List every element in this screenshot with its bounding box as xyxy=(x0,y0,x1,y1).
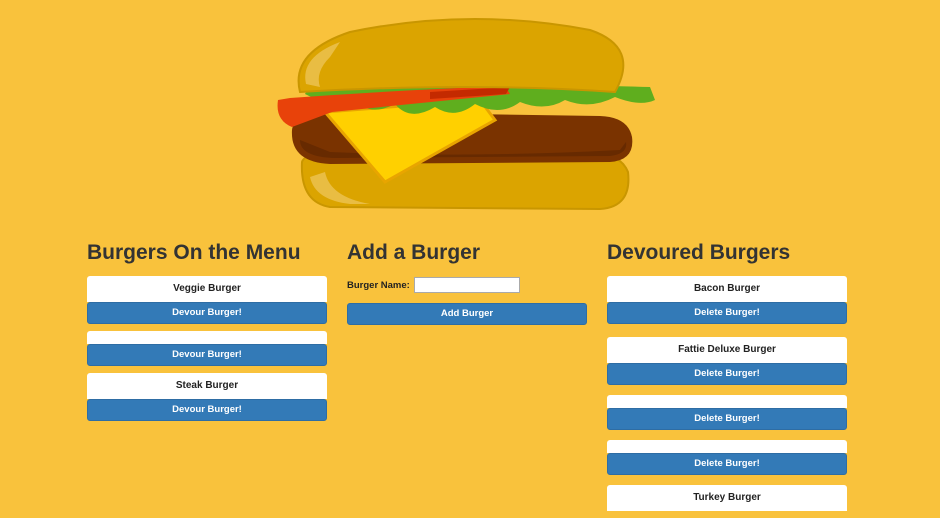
menu-burger-card: Steak Burger Devour Burger! xyxy=(87,373,327,421)
burger-illustration xyxy=(277,18,655,211)
delete-burger-button[interactable]: Delete Burger! xyxy=(607,453,847,475)
devoured-burger-card: Turkey Burger xyxy=(607,485,847,511)
burger-name xyxy=(87,331,327,344)
devoured-heading: Devoured Burgers xyxy=(607,241,791,264)
burger-name xyxy=(607,440,847,453)
devoured-burger-card: Delete Burger! xyxy=(607,440,847,475)
burger-name: Turkey Burger xyxy=(607,485,847,511)
delete-burger-button[interactable]: Delete Burger! xyxy=(607,363,847,385)
burger-name: Steak Burger xyxy=(87,373,327,399)
devoured-burger-card: Delete Burger! xyxy=(607,395,847,430)
devour-burger-button[interactable]: Devour Burger! xyxy=(87,399,327,421)
delete-burger-button[interactable]: Delete Burger! xyxy=(607,408,847,430)
devoured-burger-card: Bacon Burger Delete Burger! xyxy=(607,276,847,324)
add-burger-heading: Add a Burger xyxy=(347,241,481,264)
add-burger-button[interactable]: Add Burger xyxy=(347,303,587,325)
menu-column: Burgers On the Menu Veggie Burger Devour… xyxy=(87,238,327,428)
burger-name xyxy=(607,395,847,408)
devoured-burger-card: Fattie Deluxe Burger Delete Burger! xyxy=(607,337,847,385)
burger-name: Fattie Deluxe Burger xyxy=(607,337,847,363)
devour-burger-button[interactable]: Devour Burger! xyxy=(87,344,327,366)
menu-burger-card: Devour Burger! xyxy=(87,331,327,366)
burger-name: Veggie Burger xyxy=(87,276,327,302)
devour-burger-button[interactable]: Devour Burger! xyxy=(87,302,327,324)
menu-heading: Burgers On the Menu xyxy=(87,241,301,264)
add-burger-column: Add a Burger Burger Name: Add Burger xyxy=(347,238,587,325)
devoured-column: Devoured Burgers Bacon Burger Delete Bur… xyxy=(607,238,847,518)
burger-name-label: Burger Name: xyxy=(347,279,410,291)
menu-burger-card: Veggie Burger Devour Burger! xyxy=(87,276,327,324)
burger-name-form-row: Burger Name: xyxy=(347,275,587,295)
burger-name: Bacon Burger xyxy=(607,276,847,302)
burger-name-input[interactable] xyxy=(413,277,520,293)
delete-burger-button[interactable]: Delete Burger! xyxy=(607,302,847,324)
